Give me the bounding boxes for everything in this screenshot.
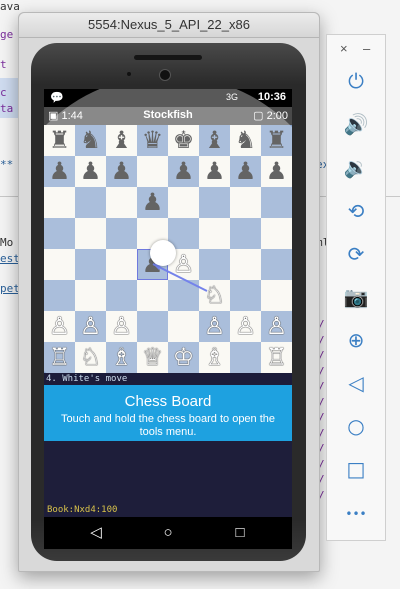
- status-time: 10:36: [257, 91, 286, 103]
- notification-icon: 💬: [50, 92, 64, 104]
- rotate-right-icon[interactable]: ⟳: [340, 240, 372, 268]
- book-info: Book:Nxd4:100: [47, 505, 118, 515]
- help-tooltip[interactable]: Chess Board Touch and hold the chess boa…: [44, 385, 292, 441]
- ide-code-fragment: t: [0, 58, 7, 71]
- move-list-area: Book:Nxd4:100: [44, 441, 292, 517]
- move-status: 4. White's move: [44, 373, 292, 385]
- close-icon[interactable]: ×: [340, 41, 348, 56]
- recents-icon[interactable]: □: [230, 523, 250, 543]
- rotate-left-icon[interactable]: ⟲: [340, 197, 372, 225]
- ide-code-fragment: **: [0, 158, 14, 171]
- clock-bar: ▣ 1:44 Stockfish ▢ 2:00: [44, 107, 292, 125]
- home-icon[interactable]: ○: [340, 412, 372, 440]
- chess-board[interactable]: ♜ ♞ ♝ ♛ ♚ ♝ ♞ ♜ ♟ ♟ ♟ ♟ ♟ ♟ ♟ ♟ ♟ ♙ ♘ ♙ ♙ ♙ ♙ ♙ ♙ ♖ ♘ ♗ ♕ ♔ ♗ ♖: [44, 89, 292, 423]
- tooltip-body: Touch and hold the chess board to open t…: [60, 413, 276, 438]
- ide-code-fragment: ge: [0, 28, 14, 41]
- emulator-toolbar: × – ⏻ 🔊 🔉 ⟲ ⟳ 📷 ⊕ ◁ ○ □ •••: [326, 34, 386, 541]
- right-clock: ▢ 2:00: [253, 110, 288, 122]
- phone-frame: 💬 3G 10:36 ▣ 1:44 Stockfish ▢ 2:00 ♜ ♞ ♝ ♛ ♚…: [31, 43, 306, 561]
- speaker-grille: [134, 55, 202, 60]
- signal-indicator: 3G: [225, 92, 238, 102]
- touch-point: [150, 240, 176, 266]
- tooltip-title: Chess Board: [124, 393, 212, 410]
- power-icon[interactable]: ⏻: [340, 67, 372, 95]
- overview-icon[interactable]: □: [340, 455, 372, 483]
- ide-code-fragment: pet: [0, 282, 20, 295]
- ide-code-fragment: Mo: [0, 236, 14, 249]
- toolbar-window-controls: × –: [327, 41, 385, 59]
- emulator-title: 5554:Nexus_5_API_22_x86: [19, 13, 319, 38]
- ide-code-fragment: ta: [0, 102, 14, 115]
- minimize-icon[interactable]: –: [363, 41, 370, 56]
- back-icon[interactable]: ◁: [340, 369, 372, 397]
- android-nav-bar: ◁ ○ □: [44, 517, 292, 549]
- camera-icon[interactable]: 📷: [340, 283, 372, 311]
- ide-code-fragment: est: [0, 252, 20, 265]
- volume-down-icon[interactable]: 🔉: [340, 153, 372, 181]
- ide-tab-label: ava: [0, 0, 20, 13]
- ide-code-fragment: c: [0, 86, 7, 99]
- status-bar: 💬 3G 10:36: [44, 89, 292, 107]
- volume-up-icon[interactable]: 🔊: [340, 110, 372, 138]
- more-icon[interactable]: •••: [340, 500, 372, 528]
- front-camera: [159, 69, 171, 81]
- emulator-window: 5554:Nexus_5_API_22_x86 💬 3G 10:36 ▣ 1:4…: [18, 12, 320, 572]
- phone-screen[interactable]: 💬 3G 10:36 ▣ 1:44 Stockfish ▢ 2:00 ♜ ♞ ♝ ♛ ♚…: [44, 89, 292, 549]
- zoom-icon[interactable]: ⊕: [340, 326, 372, 354]
- home-icon[interactable]: ○: [158, 523, 178, 543]
- proximity-sensor: [127, 72, 131, 76]
- back-icon[interactable]: ◁: [86, 523, 106, 543]
